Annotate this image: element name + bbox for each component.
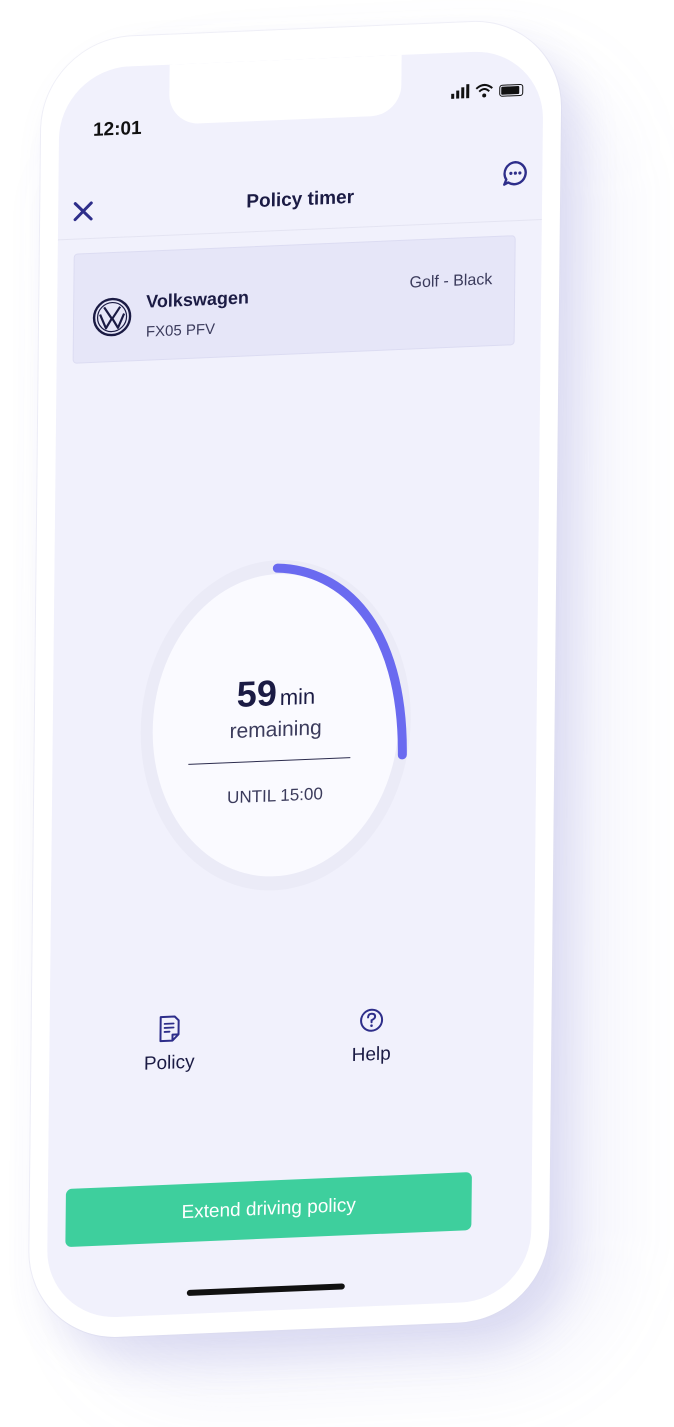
policy-action-label: Policy [143, 1051, 195, 1075]
help-action-label: Help [351, 1043, 391, 1067]
vehicle-model-color: Golf - Black [409, 271, 493, 292]
home-indicator[interactable] [186, 1283, 345, 1296]
wifi-icon [475, 83, 493, 98]
timer-minutes: 59 [236, 672, 278, 715]
phone-device: 12:01 Policy timer Volkswagen FX05 PFV G… [28, 18, 562, 1341]
chat-icon[interactable] [502, 160, 528, 187]
status-icons [451, 82, 524, 99]
vehicle-make: Volkswagen [146, 287, 250, 312]
document-icon [159, 1015, 180, 1043]
device-notch [169, 54, 402, 125]
cellular-signal-icon [451, 84, 470, 99]
help-action[interactable]: Help [311, 1004, 432, 1069]
vw-logo [92, 297, 132, 337]
status-time: 12:01 [92, 117, 142, 141]
policy-timer: 59 min remaining UNTIL 15:00 [138, 554, 422, 896]
app-screen: 12:01 Policy timer Volkswagen FX05 PFV G… [46, 48, 544, 1320]
battery-icon [499, 83, 524, 97]
page-title: Policy timer [246, 186, 355, 213]
policy-action[interactable]: Policy [109, 1012, 230, 1077]
vehicle-plate: FX05 PFV [145, 320, 216, 341]
help-icon [360, 1008, 384, 1032]
timer-unit: min [279, 683, 316, 711]
extend-policy-button[interactable]: Extend driving policy [65, 1172, 472, 1248]
vehicle-card[interactable]: Volkswagen FX05 PFV Golf - Black [72, 235, 516, 364]
app-header: Policy timer [57, 139, 543, 241]
mockup-stage: 12:01 Policy timer Volkswagen FX05 PFV G… [0, 0, 674, 1427]
